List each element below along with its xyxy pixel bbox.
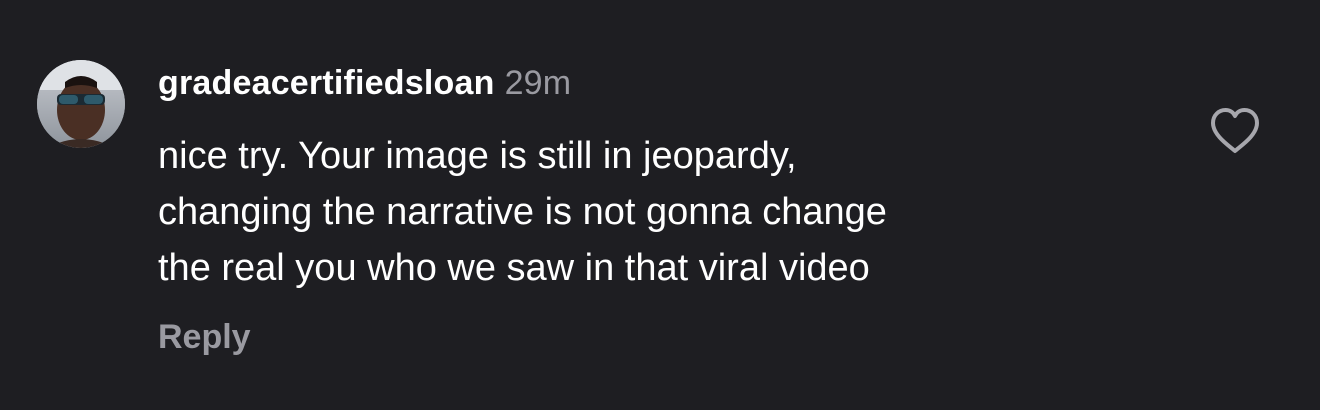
comment-header: gradeacertifiedsloan 29m [158, 64, 571, 103]
comment-text-line: nice try. Your image is still in jeopard… [158, 135, 797, 177]
comment-item: gradeacertifiedsloan 29m nice try. Your i… [0, 0, 1320, 410]
avatar-photo [37, 60, 125, 148]
like-button[interactable] [1208, 106, 1262, 156]
heart-outline-icon [1211, 108, 1259, 153]
reply-button[interactable]: Reply [158, 318, 251, 357]
comment-text-line: changing the narrative is not gonna chan… [158, 191, 887, 233]
timestamp: 29m [504, 64, 572, 102]
avatar[interactable] [37, 60, 125, 148]
comment-text-line: the real you who we saw in that viral vi… [158, 247, 870, 289]
username-link[interactable]: gradeacertifiedsloan [158, 64, 495, 102]
comment-text: nice try. Your image is still in jeopard… [158, 128, 1158, 296]
